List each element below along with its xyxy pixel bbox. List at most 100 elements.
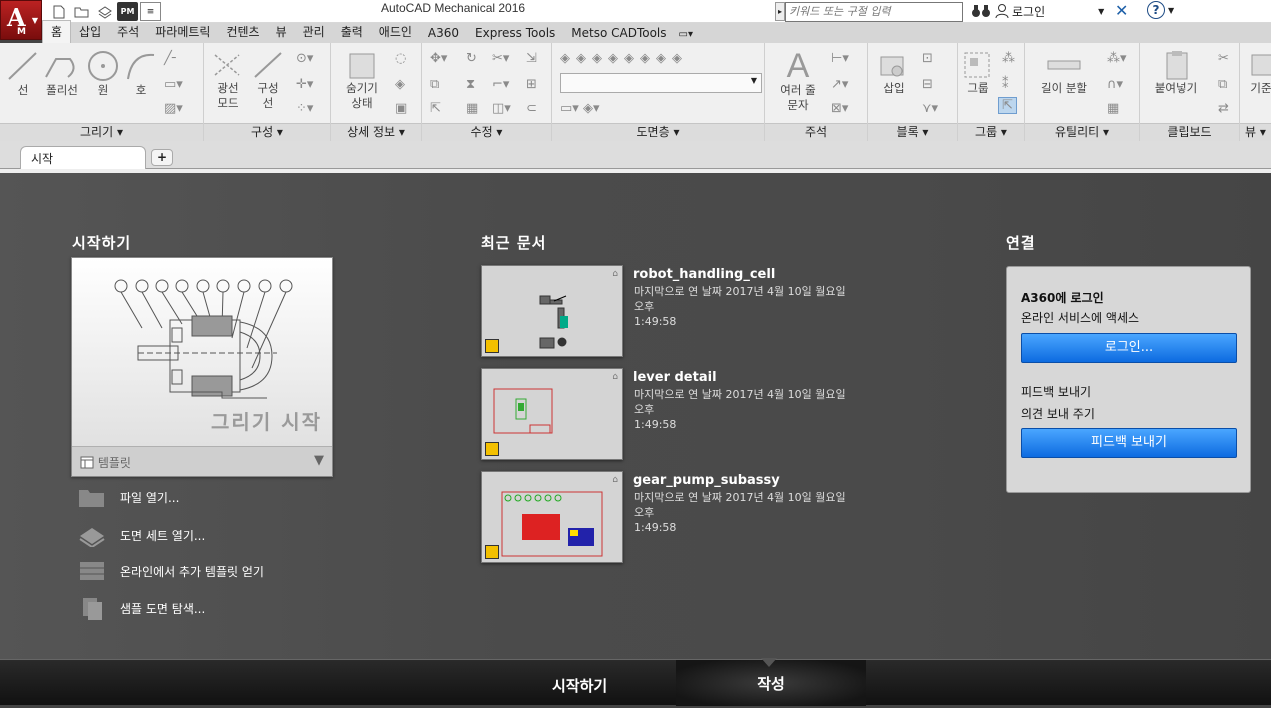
tab-express-tools[interactable]: Express Tools — [467, 24, 563, 43]
ribbon-options-icon[interactable]: ▭▾ — [675, 27, 697, 43]
save-icon[interactable] — [94, 2, 115, 21]
explode-icon[interactable]: ◫▾ — [492, 101, 511, 116]
panel-block-title[interactable]: 블록 ▾ — [868, 123, 957, 141]
panel-layers-title[interactable]: 도면층 ▾ — [552, 123, 764, 141]
tab-insert[interactable]: 삽입 — [71, 21, 109, 43]
start-drawing-card[interactable]: 그리기 시작 템플릿 ▼ — [71, 257, 333, 477]
tab-home[interactable]: 홈 — [42, 20, 72, 43]
recent-thumbnail[interactable]: ⌂ — [481, 471, 623, 563]
layer-tools-icon[interactable]: ◈◈◈◈◈◈◈◈ — [560, 51, 688, 66]
leader-icon[interactable]: ↗▾ — [831, 77, 848, 92]
new-tab-button[interactable]: + — [151, 149, 173, 166]
send-feedback-button[interactable]: 피드백 보내기 — [1021, 428, 1237, 458]
pin-icon[interactable]: ⌂ — [612, 475, 618, 485]
pm-icon[interactable]: PM — [117, 2, 138, 21]
arc-tool[interactable]: 호 — [124, 49, 158, 98]
hide-status-tool[interactable]: 숨기기 상태 — [337, 49, 387, 111]
dimension-icon[interactable]: ⊢▾ — [831, 51, 849, 66]
scale-icon[interactable]: ⊞ — [526, 77, 537, 92]
panel-group-title[interactable]: 그룹 ▾ — [958, 123, 1024, 141]
array-icon[interactable]: ▦ — [466, 101, 478, 116]
measure-tool[interactable]: 길이 분할 — [1029, 49, 1099, 96]
join-icon[interactable]: ⊂ — [526, 101, 537, 116]
open-file-link[interactable]: 파일 열기... — [78, 485, 179, 509]
point-style-icon[interactable]: ⁂▾ — [1107, 51, 1127, 66]
binoculars-icon[interactable] — [971, 3, 991, 22]
panel-detail-title[interactable]: 상세 정보 ▾ — [331, 123, 421, 141]
panel-clipboard-title[interactable]: 클립보드 — [1140, 123, 1239, 141]
polyline-tool[interactable]: 폴리선 — [42, 49, 82, 98]
layer-color-icon[interactable]: ▭▾ ◈▾ — [560, 101, 599, 116]
ray-mode-tool[interactable]: 광선 모드 — [208, 49, 248, 111]
pin-icon[interactable]: ⌂ — [612, 372, 618, 382]
trim-icon[interactable]: ✂▾ — [492, 51, 509, 66]
point-icon[interactable]: ⊙▾ — [296, 51, 313, 66]
tab-a360[interactable]: A360 — [420, 24, 467, 43]
gradient-icon[interactable]: ▨▾ — [164, 101, 183, 116]
hatch-icon[interactable]: ╱╴ — [164, 51, 180, 66]
panel-view-title[interactable]: 뷰 ▾ — [1240, 123, 1271, 141]
tab-output[interactable]: 출력 — [333, 21, 371, 43]
group-tool[interactable]: 그룹 — [960, 49, 996, 96]
move-icon[interactable]: ✥▾ — [430, 51, 447, 66]
panel-annotation-title[interactable]: 주석 — [765, 123, 867, 141]
mtext-tool[interactable]: A 여러 줄 문자 — [773, 49, 823, 113]
cut-icon[interactable]: ✂ — [1218, 51, 1229, 66]
recent-doc-name[interactable]: gear_pump_subassy — [633, 473, 780, 488]
line-tool[interactable]: 선 — [6, 49, 40, 98]
recent-thumbnail[interactable]: ⌂ — [481, 265, 623, 357]
recent-doc-name[interactable]: lever detail — [633, 370, 717, 385]
panel-utilities-title[interactable]: 유틸리티 ▾ — [1025, 123, 1139, 141]
recent-thumbnail[interactable]: ⌂ — [481, 368, 623, 460]
panel-construct-title[interactable]: 구성 ▾ — [204, 123, 330, 141]
tab-parametric[interactable]: 파라메트릭 — [147, 21, 218, 43]
table-icon[interactable]: ⊠▾ — [831, 101, 848, 116]
balloon-icon[interactable]: ◌ — [395, 51, 406, 66]
explore-samples-link[interactable]: 샘플 도면 탐색... — [78, 596, 205, 620]
tab-addins[interactable]: 애드인 — [371, 21, 420, 43]
tab-content[interactable]: 컨텐츠 — [218, 21, 267, 43]
qat-menu-icon[interactable]: ≡ — [140, 2, 161, 21]
help-button[interactable]: ? ▼ — [1147, 1, 1174, 19]
detail-view-icon[interactable]: ◈ — [395, 77, 405, 92]
insert-block-tool[interactable]: 삽입 — [874, 49, 914, 96]
block-attr-icon[interactable]: ⋎▾ — [922, 101, 938, 116]
group-edit-icon[interactable]: ⁑ — [1002, 77, 1009, 92]
tab-metso-cadtools[interactable]: Metso CADTools — [563, 24, 674, 43]
offset-icon[interactable]: ⁘▾ — [296, 101, 313, 116]
tab-annotate[interactable]: 주석 — [109, 21, 147, 43]
rotate-icon[interactable]: ↻ — [466, 51, 477, 66]
recent-doc-name[interactable]: robot_handling_cell — [633, 267, 775, 282]
tab-manage[interactable]: 관리 — [295, 21, 333, 43]
pin-icon[interactable]: ⌂ — [612, 269, 618, 279]
stretch-icon[interactable]: ⇲ — [526, 51, 537, 66]
match-icon[interactable]: ⇄ — [1218, 101, 1229, 116]
base-view-tool[interactable]: 기준 — [1246, 49, 1271, 96]
create-block-icon[interactable]: ⊡ — [922, 51, 933, 66]
centerline-icon[interactable]: ✛▾ — [296, 77, 313, 92]
edit-block-icon[interactable]: ⊟ — [922, 77, 933, 92]
hide-lines-icon[interactable]: ▣ — [395, 101, 407, 116]
paste-tool[interactable]: 붙여넣기 — [1146, 49, 1206, 96]
search-input[interactable] — [785, 1, 963, 22]
learn-tab[interactable]: 시작하기 — [552, 675, 607, 696]
fillet-icon[interactable]: ⌐▾ — [492, 77, 509, 92]
mirror-icon[interactable]: ⧗ — [466, 77, 475, 92]
copy-icon[interactable]: ⧉ — [430, 77, 439, 92]
rectangle-icon[interactable]: ▭▾ — [164, 77, 183, 92]
ungroup-icon[interactable]: ⁂ — [1002, 51, 1015, 66]
group-select-icon[interactable]: ⇱ — [998, 97, 1017, 114]
get-more-templates-link[interactable]: 온라인에서 추가 템플릿 얻기 — [78, 559, 264, 583]
construction-line-tool[interactable]: 구성 선 — [248, 49, 288, 111]
application-menu-button[interactable]: A M ▼ — [0, 0, 42, 40]
user-login[interactable]: 로그인 ▼ — [995, 3, 1104, 20]
login-button[interactable]: 로그인... — [1021, 333, 1237, 363]
tab-view[interactable]: 뷰 — [268, 21, 295, 43]
open-sheet-set-link[interactable]: 도면 세트 열기... — [78, 523, 205, 547]
layer-dropdown[interactable]: ▼ — [560, 73, 762, 93]
exchange-apps-icon[interactable]: ✕ — [1115, 1, 1128, 20]
panel-modify-title[interactable]: 수정 ▾ — [422, 123, 551, 141]
stretch2-icon[interactable]: ⇱ — [430, 101, 441, 116]
new-file-icon[interactable] — [48, 2, 69, 21]
search-expand-icon[interactable]: ▸ — [775, 2, 785, 21]
